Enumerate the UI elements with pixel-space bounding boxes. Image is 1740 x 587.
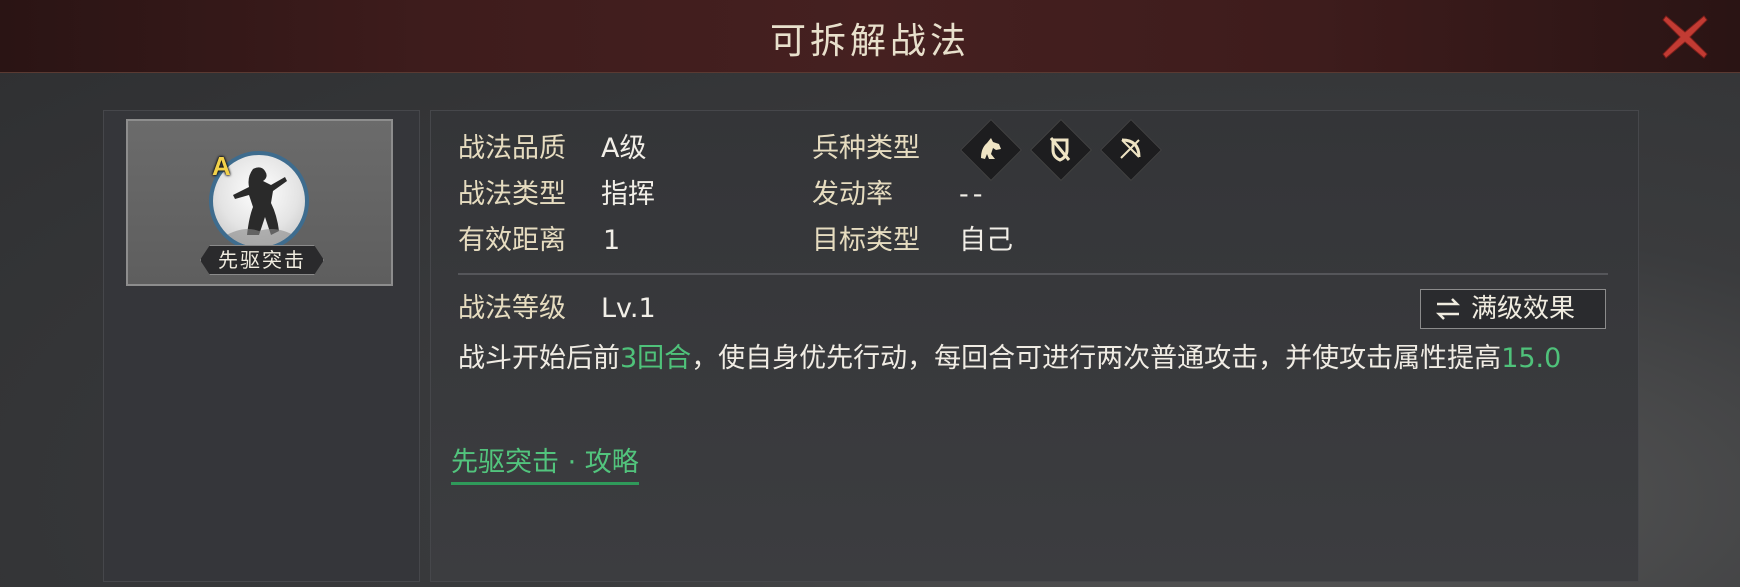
skill-detail-panel: 战法品质 A级 战法类型 指挥 有效距离 1 兵种类型 发动率 -- 目标类型 … <box>430 110 1639 582</box>
quality-value: A级 <box>601 133 647 164</box>
close-x-icon <box>1662 15 1708 59</box>
target-type-label: 目标类型 <box>812 225 920 256</box>
target-type-value: 自己 <box>959 225 1013 256</box>
skill-name-label: 先驱突击 <box>200 245 324 275</box>
description-text: 战斗开始后前 <box>458 343 620 374</box>
description-highlight-turns: 3回合 <box>620 343 692 374</box>
dialog-header: 可拆解战法 <box>0 0 1740 73</box>
cavalry-icon <box>969 128 1011 170</box>
max-level-effect-button[interactable]: 满级效果 <box>1420 289 1606 329</box>
shield-icon <box>1039 128 1081 170</box>
quality-label: 战法品质 <box>458 133 566 164</box>
bow-icon <box>1109 128 1151 170</box>
skill-grade-badge: A <box>212 151 231 181</box>
type-value: 指挥 <box>601 179 655 210</box>
dialog-title: 可拆解战法 <box>769 21 970 62</box>
unit-type-label: 兵种类型 <box>812 133 920 164</box>
range-value: 1 <box>603 225 621 256</box>
trigger-rate-value: -- <box>959 179 987 210</box>
level-value: Lv.1 <box>601 293 656 324</box>
close-button[interactable] <box>1660 12 1710 62</box>
skill-guide-link[interactable]: 先驱突击 · 攻略 <box>451 445 639 485</box>
skill-description: 战斗开始后前3回合，使自身优先行动，每回合可进行两次普通攻击，并使攻击属性提高1… <box>458 341 1598 377</box>
max-level-effect-label: 满级效果 <box>1471 294 1576 324</box>
swap-arrows-icon <box>1435 290 1461 339</box>
section-divider <box>458 273 1608 275</box>
description-highlight-value: 15.0 <box>1501 343 1562 374</box>
trigger-rate-label: 发动率 <box>812 179 893 210</box>
range-label: 有效距离 <box>458 225 566 256</box>
type-label: 战法类型 <box>458 179 566 210</box>
description-text: ，使自身优先行动，每回合可进行两次普通攻击，并使攻击属性提高 <box>691 343 1502 374</box>
skill-card[interactable]: A 先驱突击 <box>126 119 393 286</box>
level-label: 战法等级 <box>458 293 566 324</box>
skill-card-panel: A 先驱突击 <box>103 110 420 582</box>
